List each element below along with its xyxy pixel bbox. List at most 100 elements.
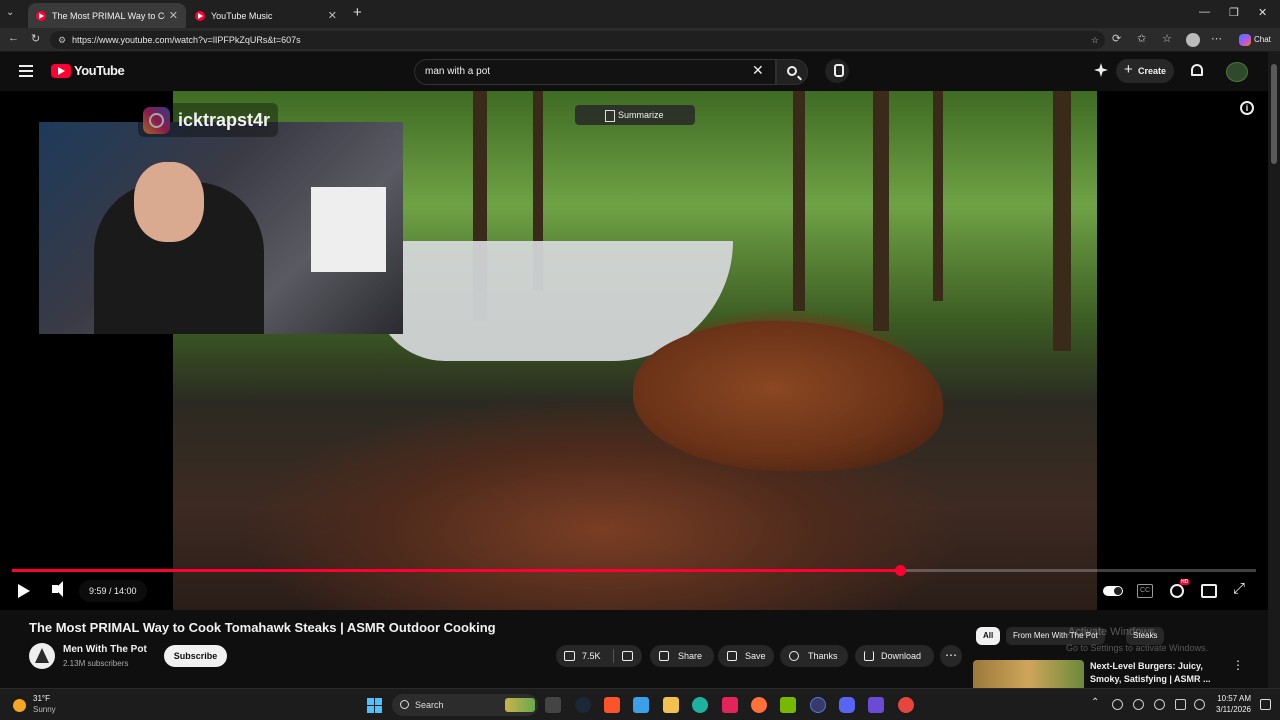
streamer-webcam-overlay [39, 122, 403, 334]
browser-toolbar: ← ↻ ⚙ https://www.youtube.com/watch?v=lI… [0, 28, 1280, 52]
streamer-face [134, 162, 204, 242]
more-actions-button[interactable]: ⋯ [940, 645, 962, 667]
brave-icon[interactable] [604, 697, 620, 713]
tab-title: The Most PRIMAL Way to Cook To [52, 10, 165, 21]
tab-youtube-video[interactable]: The Most PRIMAL Way to Cook To ✕ [28, 3, 186, 28]
volume-icon[interactable] [52, 581, 63, 597]
back-icon[interactable]: ← [8, 32, 19, 44]
taskbar-search[interactable]: Search [392, 694, 538, 716]
video-player[interactable]: icktrapst4r Summarize i 9:59 / 14:00 CC … [0, 91, 1268, 610]
chrome-icon[interactable] [898, 697, 914, 713]
info-icon[interactable]: i [1240, 101, 1254, 115]
recommendation-more-icon[interactable]: ⋮ [1232, 658, 1244, 672]
close-tab-icon[interactable]: ✕ [169, 9, 178, 22]
search-icon [787, 66, 797, 76]
maximize-icon[interactable]: ❐ [1229, 6, 1239, 19]
discord-icon[interactable] [839, 697, 855, 713]
tab-youtube-music[interactable]: YouTube Music ✕ [187, 3, 345, 28]
chip-all[interactable]: All [976, 627, 1001, 645]
collections-icon[interactable]: ☆ [1162, 32, 1172, 45]
steam-tray-icon[interactable] [1112, 699, 1123, 710]
tomahawk-steak [633, 321, 943, 471]
subscribe-button[interactable]: Subscribe [164, 645, 227, 667]
recommendation-title[interactable]: Next-Level Burgers: Juicy, Smoky, Satisf… [1090, 660, 1230, 686]
microphone-tray-icon[interactable] [1154, 699, 1165, 710]
time-display: 9:59 / 14:00 [79, 580, 147, 602]
page-scrollbar[interactable] [1268, 52, 1280, 688]
settings-gear-icon[interactable] [1170, 584, 1184, 598]
address-bar[interactable]: ⚙ https://www.youtube.com/watch?v=lIPFPk… [50, 31, 1105, 49]
favorites-icon[interactable]: ✩ [1137, 32, 1146, 45]
tray-overflow-icon[interactable]: ⌃ [1091, 697, 1099, 708]
copilot-chat-button[interactable]: Chat [1233, 31, 1277, 49]
thumbs-up-icon[interactable] [564, 651, 575, 661]
play-icon[interactable] [18, 584, 30, 598]
wifi-tray-icon[interactable] [1175, 699, 1186, 710]
clear-search-icon[interactable]: ✕ [752, 62, 764, 79]
obs-icon[interactable] [810, 697, 826, 713]
weather-temperature[interactable]: 31°F [33, 694, 50, 703]
close-window-icon[interactable]: ✕ [1258, 6, 1267, 19]
clock-date[interactable]: 3/11/2026 [1211, 705, 1251, 714]
chat-label: Chat [1254, 35, 1271, 44]
activate-windows-title: Activate Windows [1068, 626, 1155, 638]
steam-icon[interactable] [575, 697, 591, 713]
site-info-icon[interactable]: ⚙ [58, 31, 66, 49]
reload-icon[interactable]: ↻ [31, 32, 40, 45]
firefox-icon[interactable] [751, 697, 767, 713]
fullscreen-icon[interactable] [1233, 580, 1249, 598]
volume-tray-icon[interactable] [1194, 699, 1205, 710]
youtube-play-logo-icon [51, 63, 71, 78]
thanks-button[interactable]: Thanks [780, 645, 848, 667]
youtube-logo[interactable]: YouTube [51, 63, 125, 78]
clock-time[interactable]: 10:57 AM [1215, 694, 1251, 703]
subtitles-icon[interactable]: CC [1137, 584, 1153, 598]
copilot-icon [1239, 34, 1251, 46]
tree-trunk [793, 91, 805, 311]
app-grid-icon[interactable] [868, 697, 884, 713]
extensions-icon[interactable]: ⟳ [1112, 32, 1121, 45]
progress-played [12, 569, 901, 572]
notification-center-icon[interactable] [1260, 699, 1271, 710]
summarize-button[interactable]: Summarize [575, 105, 695, 125]
tiktok-icon[interactable] [722, 697, 738, 713]
download-button[interactable]: Download [855, 645, 934, 667]
new-tab-button[interactable]: + [353, 4, 362, 21]
close-tab-icon[interactable]: ✕ [328, 9, 337, 22]
ask-ai-icon[interactable] [1094, 63, 1108, 77]
voice-search-icon[interactable] [825, 59, 849, 83]
browser-menu-icon[interactable]: ⋯ [1211, 32, 1222, 45]
task-view-icon[interactable] [545, 697, 561, 713]
minimize-icon[interactable]: — [1199, 6, 1210, 18]
account-avatar[interactable] [1226, 62, 1248, 82]
channel-avatar[interactable] [29, 643, 55, 669]
tab-title: YouTube Music [211, 10, 273, 21]
video-title: The Most PRIMAL Way to Cook Tomahawk Ste… [29, 620, 496, 635]
network-tray-icon[interactable] [1133, 699, 1144, 710]
file-explorer-icon[interactable] [663, 697, 679, 713]
thumbs-down-icon[interactable] [622, 651, 633, 661]
notepad-icon[interactable] [633, 697, 649, 713]
theater-mode-icon[interactable] [1201, 584, 1217, 598]
profile-avatar[interactable] [1186, 33, 1200, 47]
scrollbar-thumb[interactable] [1271, 64, 1277, 164]
weather-condition[interactable]: Sunny [33, 705, 56, 714]
search-input[interactable]: man with a pot [414, 59, 776, 85]
share-button[interactable]: Share [650, 645, 714, 667]
nvidia-icon[interactable] [780, 697, 796, 713]
save-button[interactable]: Save [718, 645, 774, 667]
recommendation-thumbnail[interactable] [973, 660, 1084, 688]
search-button[interactable] [776, 59, 808, 85]
sun-icon[interactable] [13, 699, 26, 712]
create-button[interactable]: Create [1116, 58, 1174, 83]
edge-icon[interactable] [692, 697, 708, 713]
tab-list-button[interactable]: ⌄ [6, 7, 14, 18]
autoplay-toggle[interactable] [1103, 586, 1123, 596]
start-button[interactable] [367, 698, 382, 713]
channel-name[interactable]: Men With The Pot [63, 644, 147, 655]
progress-bar[interactable] [12, 565, 1256, 576]
favorite-star-icon[interactable]: ☆ [1091, 31, 1099, 49]
menu-icon[interactable] [19, 65, 33, 77]
like-count[interactable]: 7.5K [582, 645, 601, 667]
notifications-bell-icon[interactable] [1191, 64, 1203, 76]
